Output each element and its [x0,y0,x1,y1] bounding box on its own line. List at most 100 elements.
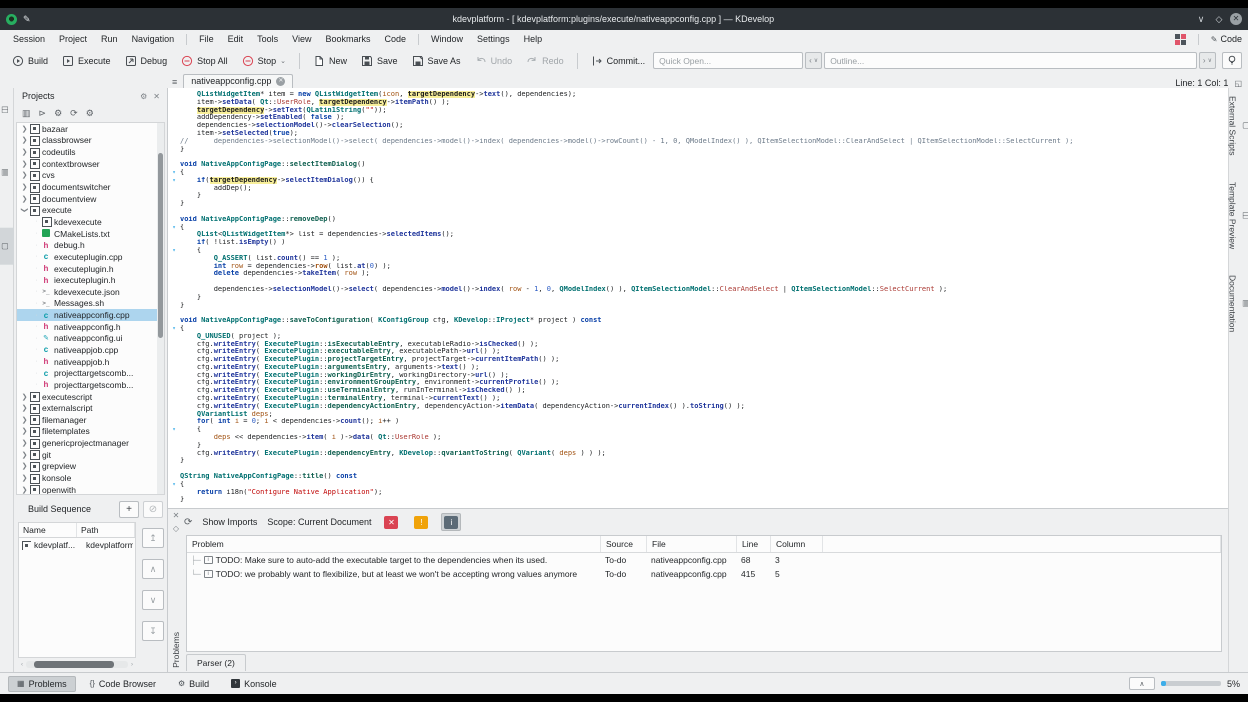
problem-row[interactable]: └─ i TODO: we probably want to flexibilize… [187,567,1221,581]
tree-item-externalscript[interactable]: ❯ externalscript [17,402,164,414]
document-list-icon[interactable]: ≡ [168,77,183,88]
tree-item-genericprojectmanager[interactable]: ❯ genericprojectmanager [17,437,164,449]
column-header-path[interactable]: Path [77,523,135,537]
tree-item-execute[interactable]: ❯ execute [17,204,164,216]
code-line[interactable]: // dependencies->selectionModel()->selec… [168,138,1160,146]
tree-item-nativeappjob-cpp[interactable]: · c nativeappjob.cpp [17,344,164,356]
sidebar-tab-documentation[interactable]: ▤ Documentation [1228,275,1248,332]
column-header-name[interactable]: Name [19,523,77,537]
stop-button[interactable]: Stop ⌄ [236,52,292,70]
fold-marker-icon[interactable]: ▾ [168,247,180,255]
code-line[interactable]: } [168,496,1160,504]
sidebar-tab-documents[interactable]: ▤ Documents [0,148,22,197]
code-line[interactable]: } [168,457,1160,465]
statusbar-problems-button[interactable]: ▦ Problems [8,675,76,692]
code-line[interactable]: void NativeAppConfigPage::selectItemDial… [168,161,1160,169]
code-line[interactable]: } [168,302,1160,310]
code-line[interactable] [168,278,1160,286]
rebuild-icon[interactable]: ⟳ [70,108,78,119]
code-line[interactable]: cfg.writeEntry( ExecutePlugin::environme… [168,379,1160,387]
expander-icon[interactable]: ❯ [20,474,29,482]
code-line[interactable]: } [168,146,1160,154]
scroll-right-icon[interactable]: › [128,662,136,668]
parser-tab[interactable]: Parser (2) [186,654,246,671]
code-line[interactable] [168,465,1160,473]
menu-bookmarks[interactable]: Bookmarks [319,33,378,45]
menu-tools[interactable]: Tools [250,33,285,45]
move-bottom-button[interactable]: ↧ [142,621,164,641]
code-line[interactable]: ▾{ [168,169,1160,177]
code-line[interactable]: cfg.writeEntry( ExecutePlugin::isExecuta… [168,341,1160,349]
code-line[interactable]: void NativeAppConfigPage::removeDep() [168,216,1160,224]
fold-marker-icon[interactable]: ▾ [168,325,180,333]
code-line[interactable]: } [168,200,1160,208]
menu-session[interactable]: Session [6,33,52,45]
code-line[interactable]: ▾{ [168,224,1160,232]
expander-icon[interactable]: ❯ [20,183,29,191]
lamp-button[interactable] [1222,52,1242,69]
expander-icon[interactable]: ❯ [20,160,29,168]
tree-item-contextbrowser[interactable]: ❯ contextbrowser [17,158,164,170]
expander-icon[interactable]: ❯ [20,404,29,412]
open-project-icon[interactable]: ▥ [22,108,31,119]
perspective-switcher[interactable]: ✎ Code [1211,34,1242,44]
redo-button[interactable]: Redo [520,52,570,70]
new-button[interactable]: New [307,52,353,70]
expander-icon[interactable]: ❯ [20,148,29,156]
scope-button[interactable]: Scope: Current Document [267,517,371,527]
tab-close-icon[interactable]: ✕ [276,76,286,86]
expand-statusbar-button[interactable]: ∧ [1128,677,1155,690]
problems-table-header[interactable]: Problem Source File Line Column [187,536,1221,553]
configure-icon[interactable]: ⚙ [54,108,62,119]
code-line[interactable]: targetDependency->setText(QLatin1String(… [168,106,1160,115]
tree-item-nativeappconfig-h[interactable]: · h nativeappconfig.h [17,321,164,333]
code-line[interactable]: ▾ if(targetDependency->selectItemDialog(… [168,176,1160,185]
code-line[interactable]: deps << dependencies->item( i )->data( Q… [168,434,1160,442]
menu-project[interactable]: Project [52,33,94,45]
tree-item-cvs[interactable]: ❯ cvs [17,170,164,182]
filter-warnings-button[interactable]: ! [411,513,431,531]
tab-nativeappconfig[interactable]: nativeappconfig.cpp ✕ [183,74,294,88]
code-line[interactable]: dependencies->selectionModel()->clearSel… [168,122,1160,130]
expander-icon[interactable]: ❯ [20,136,29,144]
maximize-button[interactable]: ◇ [1212,14,1226,25]
expander-icon[interactable]: ❯ [20,416,29,424]
scroll-left-icon[interactable]: ‹ [18,662,26,668]
fold-marker-icon[interactable]: ▾ [168,177,180,185]
code-line[interactable]: QString NativeAppConfigPage::title() con… [168,473,1160,481]
panel-float-icon[interactable]: ◇ [168,522,184,535]
tree-item-cmakelists-txt[interactable]: · CMakeLists.txt [17,228,164,240]
outline-input[interactable]: Outline... [824,52,1197,69]
code-line[interactable] [168,208,1160,216]
undo-button[interactable]: Undo [469,52,519,70]
menu-settings[interactable]: Settings [470,33,517,45]
sidebar-tab-classes[interactable]: ◫ Classes [0,92,22,128]
stop-all-button[interactable]: Stop All [175,52,234,70]
move-top-button[interactable]: ↥ [142,528,164,548]
menu-navigation[interactable]: Navigation [125,33,182,45]
tree-item-git[interactable]: ❯ git [17,449,164,461]
filter-errors-button[interactable]: ✕ [381,513,401,531]
code-line[interactable] [168,153,1160,161]
code-line[interactable]: ▾ { [168,426,1160,434]
tree-item-executeplugin-h[interactable]: · h executeplugin.h [17,263,164,275]
area-switcher-icon[interactable] [1174,33,1186,45]
build-button[interactable]: Build [6,52,54,70]
tree-item-nativeappconfig-cpp[interactable]: · c nativeappconfig.cpp [17,309,164,321]
configure-search-icon[interactable]: ⚙ [86,108,94,119]
tree-item-iexecuteplugin-h[interactable]: · h iexecuteplugin.h [17,274,164,286]
code-line[interactable]: } [168,442,1160,450]
code-line[interactable]: Q_UNUSED( project ); [168,333,1160,341]
expander-icon[interactable]: ❯ [20,462,29,470]
tree-item-executeplugin-cpp[interactable]: · c executeplugin.cpp [17,251,164,263]
code-line[interactable]: delete dependencies->takeItem( row ); [168,270,1160,278]
expander-icon[interactable]: ❯ [20,393,29,401]
tree-item-nativeappjob-h[interactable]: · h nativeappjob.h [17,356,164,368]
move-down-button[interactable]: ∨ [142,590,164,610]
expander-icon[interactable]: ❯ [21,206,29,215]
code-line[interactable]: } [168,192,1160,200]
quick-open-input[interactable]: Quick Open... [653,52,804,69]
code-line[interactable]: cfg.writeEntry( ExecutePlugin::executabl… [168,348,1160,356]
tree-item-codeutils[interactable]: ❯ codeutils [17,146,164,158]
remove-from-build-sequence-button[interactable]: ⊘ [143,500,163,518]
